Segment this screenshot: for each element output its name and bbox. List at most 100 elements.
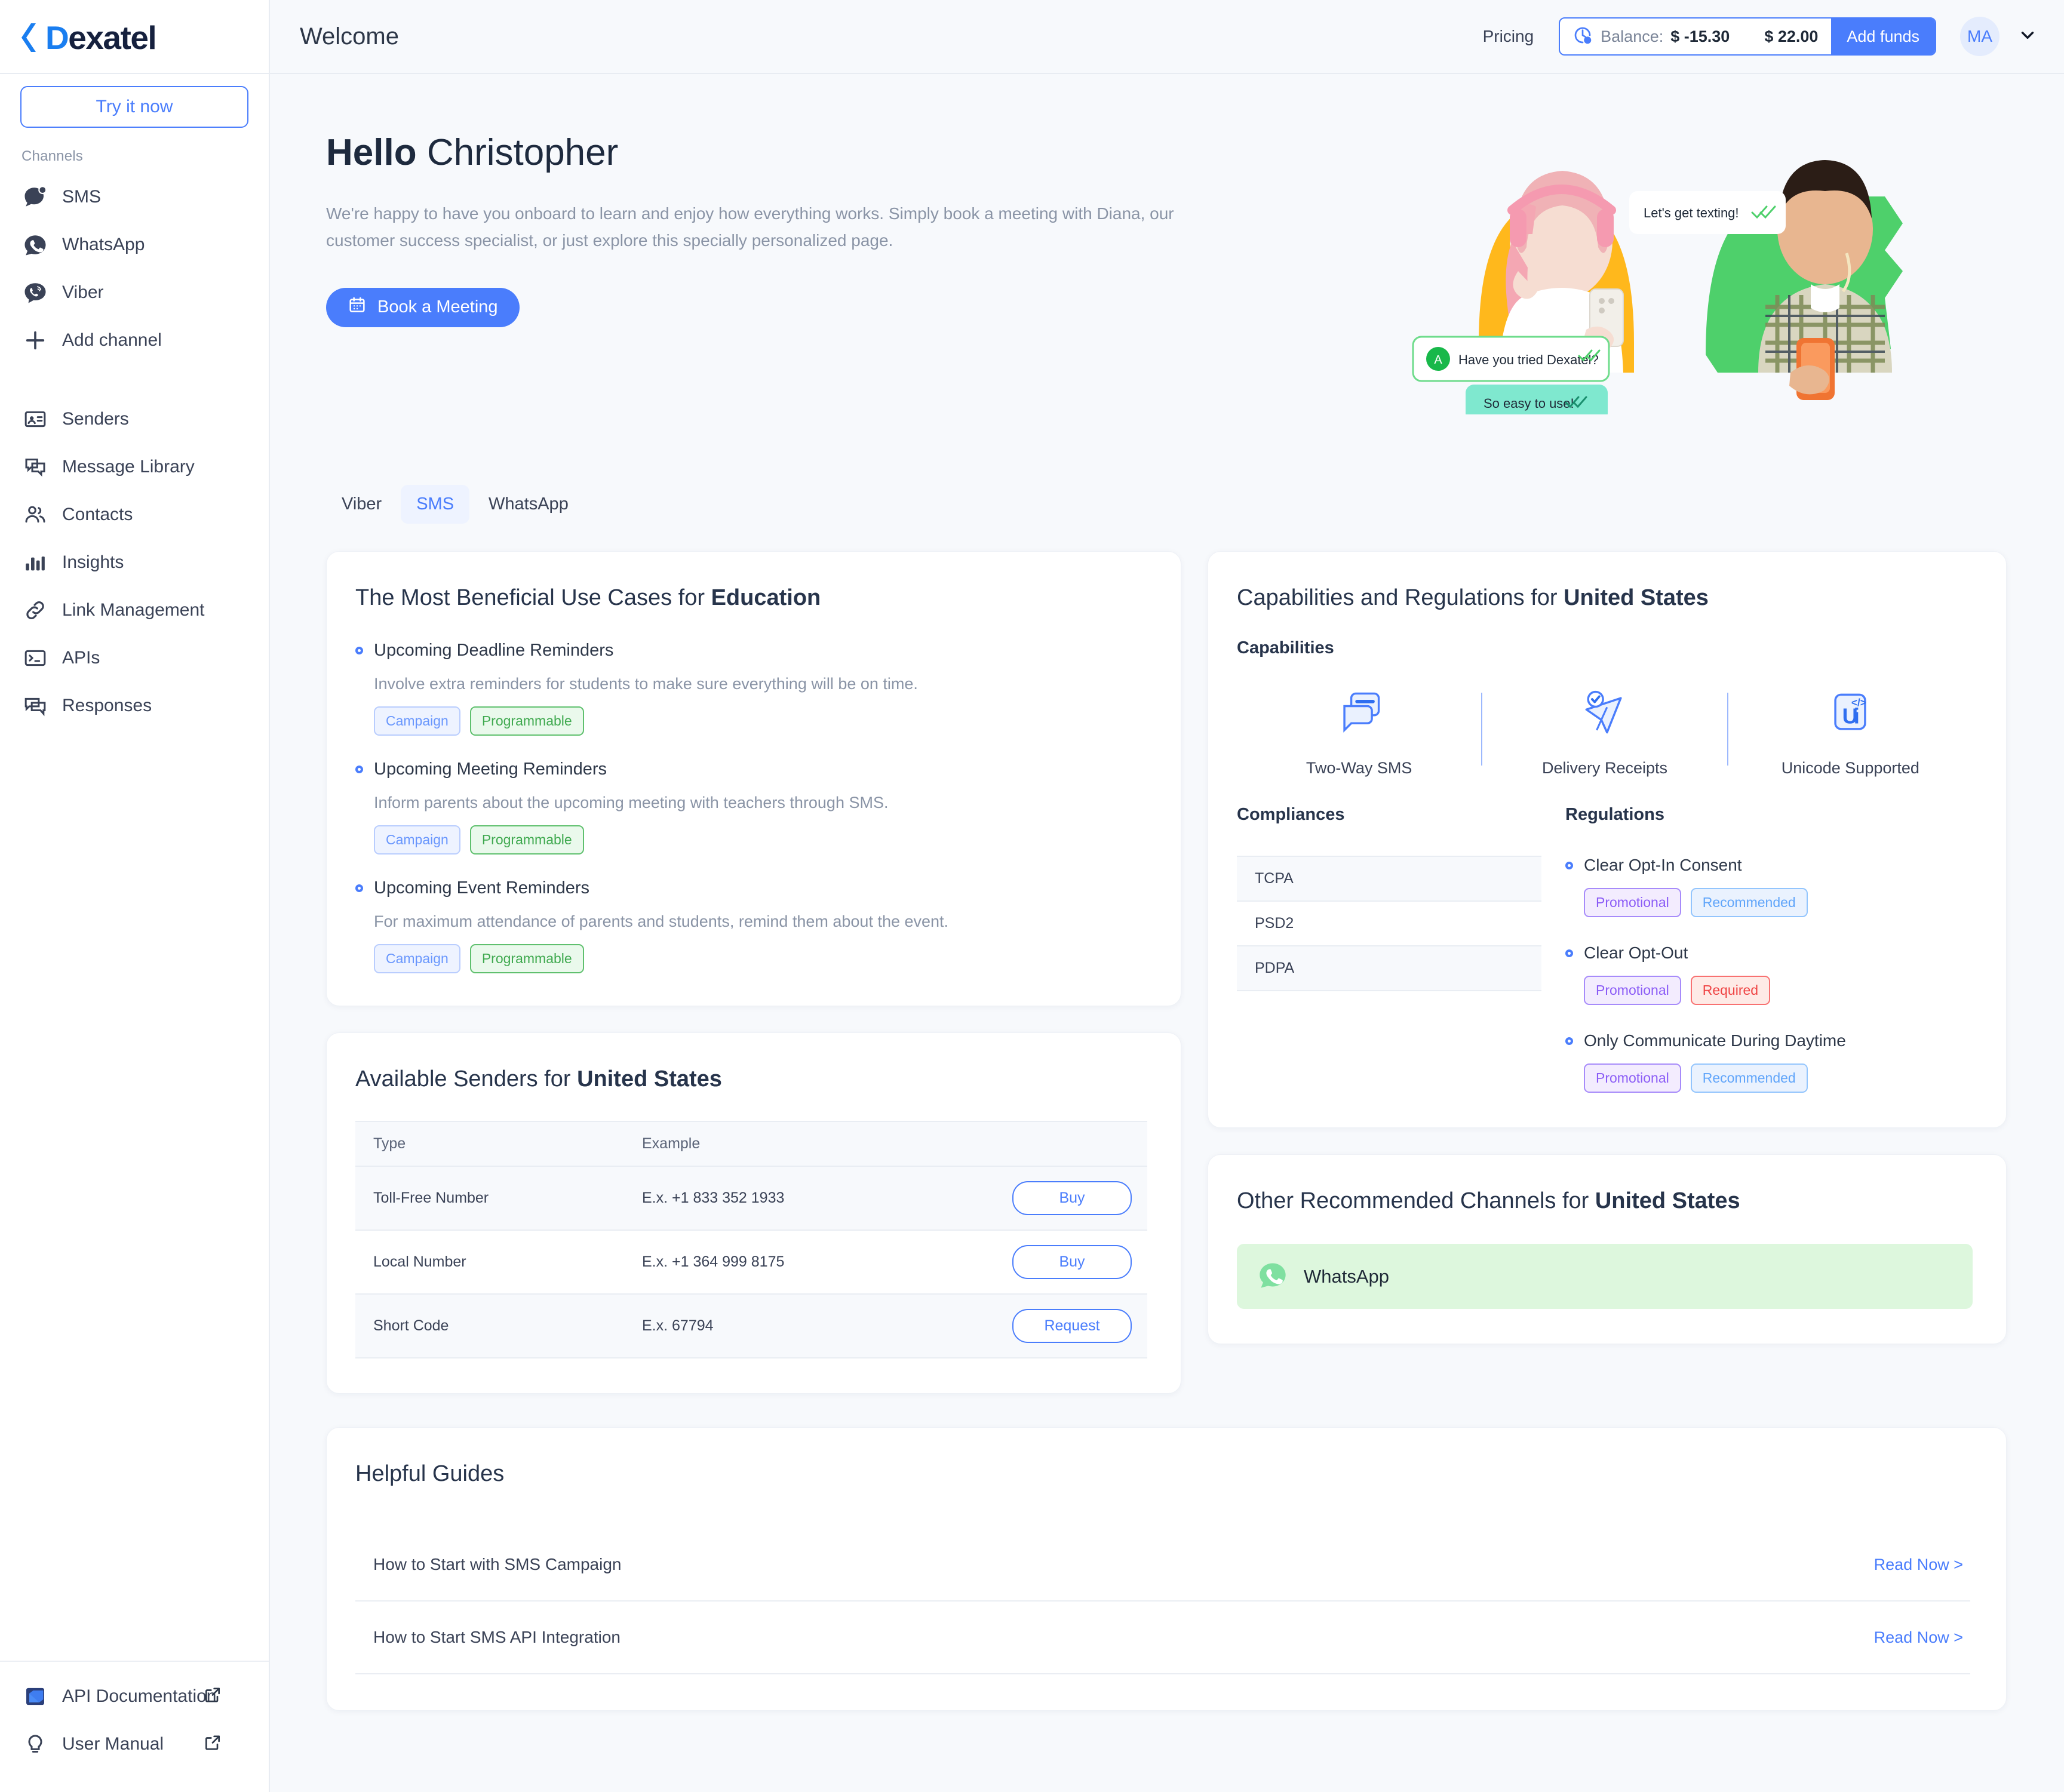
use-case-header: Upcoming Deadline Reminders (355, 641, 1145, 660)
bottom-padding (270, 1711, 2064, 1792)
bar-chart-icon (22, 549, 49, 576)
sidebar-item-responses[interactable]: Responses (0, 682, 269, 730)
status-badge: Recommended (1690, 888, 1808, 917)
balance-display[interactable]: $ Balance: $ -15.30 $ 22.00 (1560, 19, 1831, 54)
read-now-link[interactable]: Read Now > (1874, 1556, 1963, 1574)
sidebar-item-add-channel[interactable]: Add channel (0, 316, 269, 364)
read-now-link[interactable]: Read Now > (1874, 1628, 1963, 1647)
regulations-column: Regulations Clear Opt-In Consent Promoti… (1565, 805, 1973, 1093)
cell-type: Short Code (355, 1294, 624, 1358)
bullet-icon (1565, 1037, 1573, 1045)
status-badge: Campaign (374, 825, 460, 854)
list-item[interactable]: How to Start SMS API Integration Read No… (355, 1602, 1970, 1674)
compliances-column: Compliances TCPA PSD2 PDPA (1237, 805, 1541, 1093)
left-column: The Most Beneficial Use Cases for Educat… (326, 551, 1181, 1394)
column-header-type: Type (355, 1121, 624, 1167)
try-it-now-button[interactable]: Try it now (20, 86, 248, 128)
tab-whatsapp[interactable]: WhatsApp (473, 485, 584, 524)
use-case-name: Upcoming Meeting Reminders (374, 760, 607, 779)
list-item[interactable]: How to Start with SMS Campaign Read Now … (355, 1529, 1970, 1602)
sidebar-item-link-management[interactable]: Link Management (0, 586, 269, 634)
sidebar-item-apis[interactable]: APIs (0, 634, 269, 682)
link-icon (22, 597, 49, 624)
avatar[interactable]: MA (1960, 17, 2000, 56)
use-cases-title-bold: Education (711, 585, 821, 610)
status-badge: Promotional (1584, 976, 1681, 1005)
contact-card-icon (22, 405, 49, 433)
sidebar-item-message-library[interactable]: Message Library (0, 443, 269, 491)
channel-tabs: Viber SMS WhatsApp (270, 456, 2064, 524)
sidebar-item-label: APIs (62, 648, 100, 668)
cell-action: Request (892, 1294, 1147, 1358)
logo-container[interactable]: Dexatel (0, 0, 269, 73)
chat-bubble-lets-get-texting: Let's get texting! (1629, 191, 1786, 234)
channels-nav: SMS WhatsApp Viber Add channel (0, 173, 269, 364)
unicode-icon: Ui </> (1823, 686, 1878, 743)
use-case-header: Upcoming Event Reminders (355, 878, 1145, 898)
add-funds-button[interactable]: Add funds (1831, 19, 1935, 54)
capability-two-way-sms: Two-Way SMS (1237, 686, 1481, 777)
cell-type: Local Number (355, 1230, 624, 1295)
sidebar-item-label: Viber (62, 282, 104, 302)
capabilities-card: Capabilities and Regulations for United … (1208, 551, 2007, 1128)
app-root: Dexatel Try it now Channels SMS WhatsApp (0, 0, 2064, 1792)
status-badge: Required (1690, 976, 1771, 1005)
sidebar-item-senders[interactable]: Senders (0, 395, 269, 443)
whatsapp-icon (22, 231, 49, 259)
page-title: Welcome (300, 23, 399, 50)
svg-text:So easy to use!: So easy to use! (1484, 396, 1574, 411)
use-case-description: Inform parents about the upcoming meetin… (374, 794, 889, 812)
svg-text:A: A (1434, 354, 1442, 367)
cell-type: Toll-Free Number (355, 1166, 624, 1231)
dexatel-logo-icon (22, 23, 36, 52)
chevron-down-icon[interactable] (2017, 25, 2038, 48)
book-a-meeting-button[interactable]: Book a Meeting (326, 287, 520, 327)
docs-icon (22, 1683, 49, 1710)
sidebar-item-viber[interactable]: Viber (0, 269, 269, 316)
senders-title: Available Senders for United States (355, 1066, 1147, 1092)
sidebar-item-user-manual[interactable]: User Manual (0, 1720, 269, 1768)
greeting-name: Christopher (416, 132, 619, 173)
pricing-link[interactable]: Pricing (1483, 27, 1534, 46)
main-nav: Senders Message Library Contacts Insight… (0, 395, 269, 730)
balance-label: Balance: (1601, 27, 1664, 45)
regulation-name: Clear Opt-In Consent (1584, 856, 1742, 874)
channels-title: Other Recommended Channels for United St… (1237, 1188, 1973, 1214)
sidebar-item-api-documentation[interactable]: API Documentation (0, 1673, 269, 1720)
status-badge: Programmable (469, 944, 584, 973)
senders-table: Type Example Toll-Free Number E.x. +1 83… (355, 1121, 1147, 1358)
senders-table-body: Toll-Free Number E.x. +1 833 352 1933 Bu… (355, 1166, 1147, 1358)
regulation-tags: Promotional Recommended (1584, 888, 1973, 917)
tab-viber[interactable]: Viber (326, 485, 397, 524)
capability-unicode-supported: Ui </> Unicode Supported (1728, 686, 1973, 777)
brand-logo[interactable]: Dexatel (20, 18, 248, 57)
sidebar-item-whatsapp[interactable]: WhatsApp (0, 221, 269, 269)
sidebar-item-label: SMS (62, 187, 102, 207)
status-badge: Promotional (1584, 888, 1681, 917)
bullet-icon (355, 884, 363, 892)
request-button[interactable]: Request (1012, 1309, 1132, 1343)
main-content: Welcome Pricing $ Balance: $ -15.30 $ 22… (270, 0, 2064, 1792)
sidebar-item-label: Message Library (62, 457, 195, 477)
sidebar-item-contacts[interactable]: Contacts (0, 491, 269, 539)
capabilities-title: Capabilities and Regulations for United … (1237, 585, 1973, 611)
hero-illustration-svg: Let's get texting! A Have you tried Dexa… (1412, 160, 1903, 422)
recommended-channel-whatsapp[interactable]: WhatsApp (1237, 1244, 1973, 1309)
available-senders-card: Available Senders for United States Type… (326, 1032, 1181, 1394)
guides-spacer (355, 1487, 1970, 1529)
list-item: Upcoming Event Reminders For maximum att… (355, 878, 1145, 973)
hero-section: Hello Christopher We're happy to have yo… (270, 74, 2064, 456)
sidebar-item-sms[interactable]: SMS (0, 173, 269, 221)
calendar-icon (348, 296, 367, 319)
column-header-action (892, 1121, 1147, 1167)
sidebar-item-label: User Manual (62, 1734, 164, 1754)
chat-reply-icon (22, 692, 49, 720)
tab-sms[interactable]: SMS (401, 485, 470, 524)
channels-title-prefix: Other Recommended Channels for (1237, 1188, 1595, 1213)
sidebar-item-insights[interactable]: Insights (0, 539, 269, 586)
table-row: Short Code E.x. 67794 Request (355, 1294, 1147, 1358)
buy-button[interactable]: Buy (1012, 1181, 1132, 1215)
use-case-description: Involve extra reminders for students to … (374, 675, 918, 693)
buy-button[interactable]: Buy (1012, 1245, 1132, 1279)
